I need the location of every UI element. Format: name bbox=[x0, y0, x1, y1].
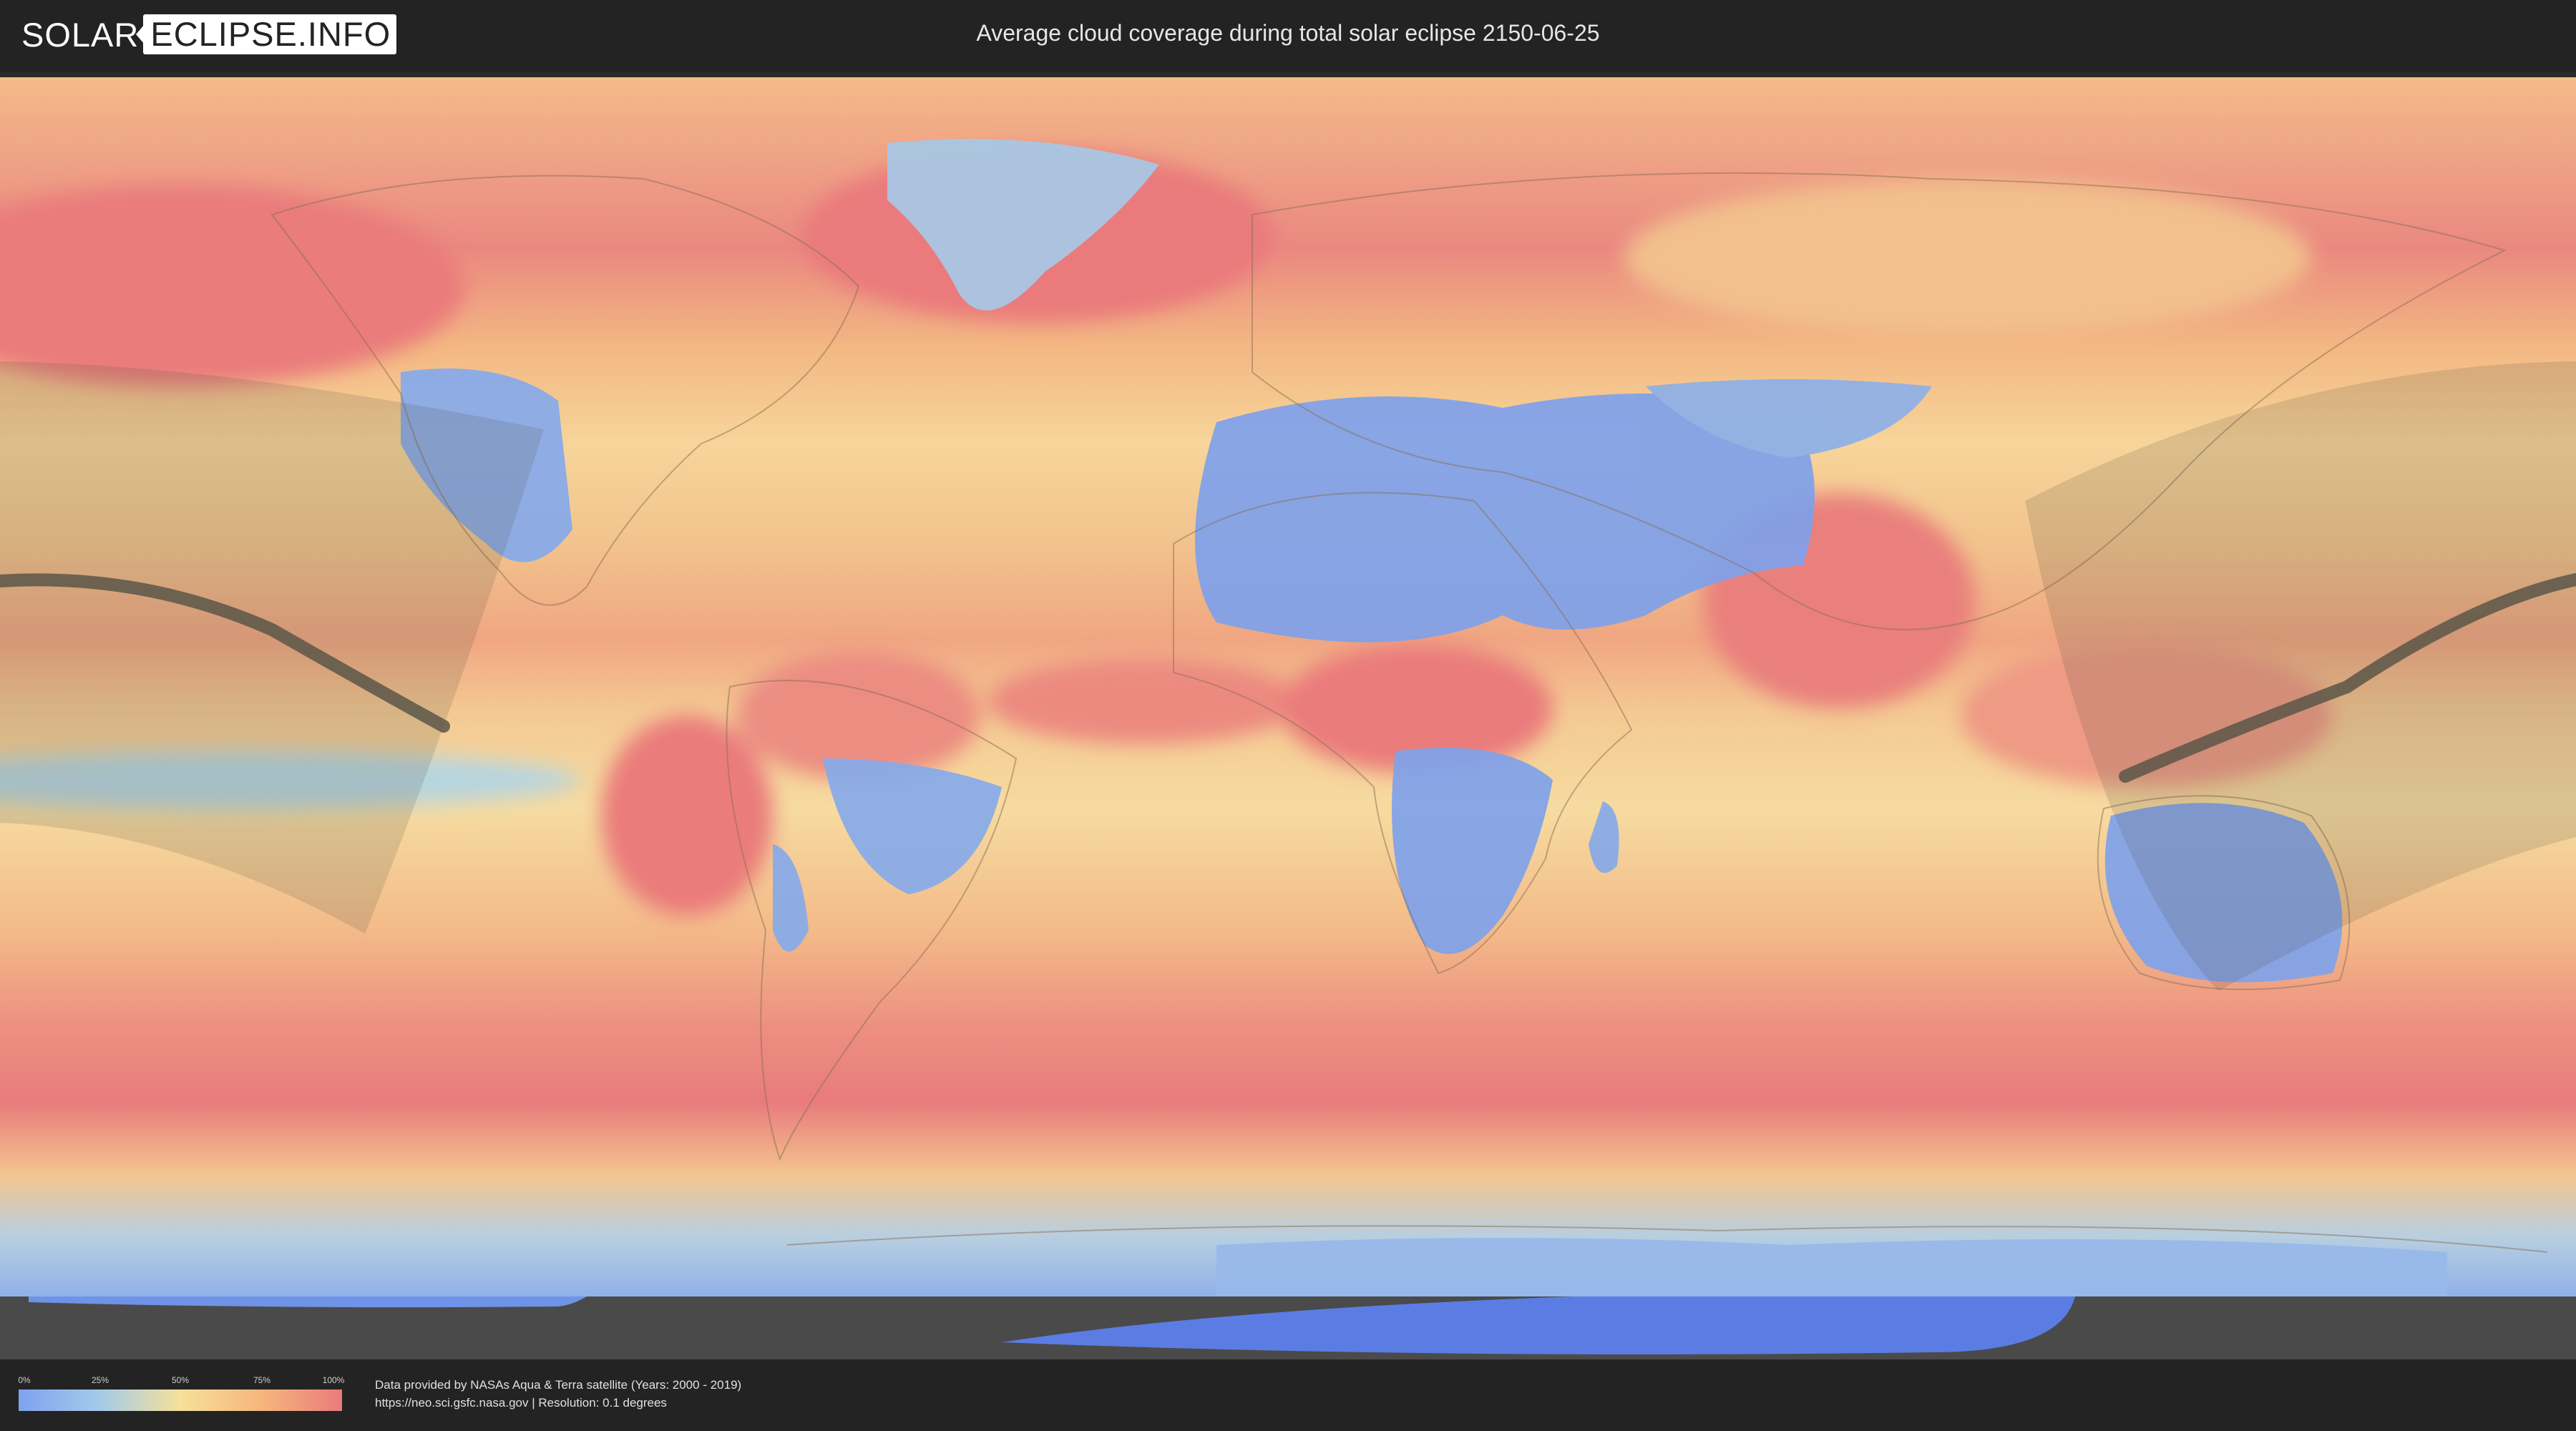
header-bar: SOLAR ECLIPSE.INFO Average cloud coverag… bbox=[0, 0, 2576, 72]
antarctica-clear bbox=[1216, 1238, 2447, 1296]
legend-tick-0: 0% bbox=[18, 1375, 31, 1385]
footer-bar: 0% 25% 50% 75% 100% Data provided by NAS… bbox=[0, 1359, 2576, 1431]
legend-color-bar bbox=[19, 1390, 342, 1411]
legend-tick-25: 25% bbox=[91, 1375, 109, 1385]
legend-ticks: 0% 25% 50% 75% 100% bbox=[18, 1375, 345, 1387]
data-source-link[interactable]: https://neo.sci.gsfc.nasa.gov | Resoluti… bbox=[375, 1396, 667, 1410]
peru-cloud bbox=[601, 716, 773, 916]
siberia-cloud bbox=[1624, 179, 2311, 336]
legend-tick-100: 100% bbox=[322, 1375, 345, 1385]
legend-tick-75: 75% bbox=[253, 1375, 271, 1385]
data-credit-text: Data provided by NASAs Aqua & Terra sate… bbox=[375, 1378, 742, 1392]
page-title: Average cloud coverage during total sola… bbox=[976, 20, 1600, 46]
legend-tick-50: 50% bbox=[171, 1375, 190, 1385]
map-svg bbox=[0, 77, 2576, 1359]
cloud-coverage-map bbox=[0, 72, 2576, 1359]
